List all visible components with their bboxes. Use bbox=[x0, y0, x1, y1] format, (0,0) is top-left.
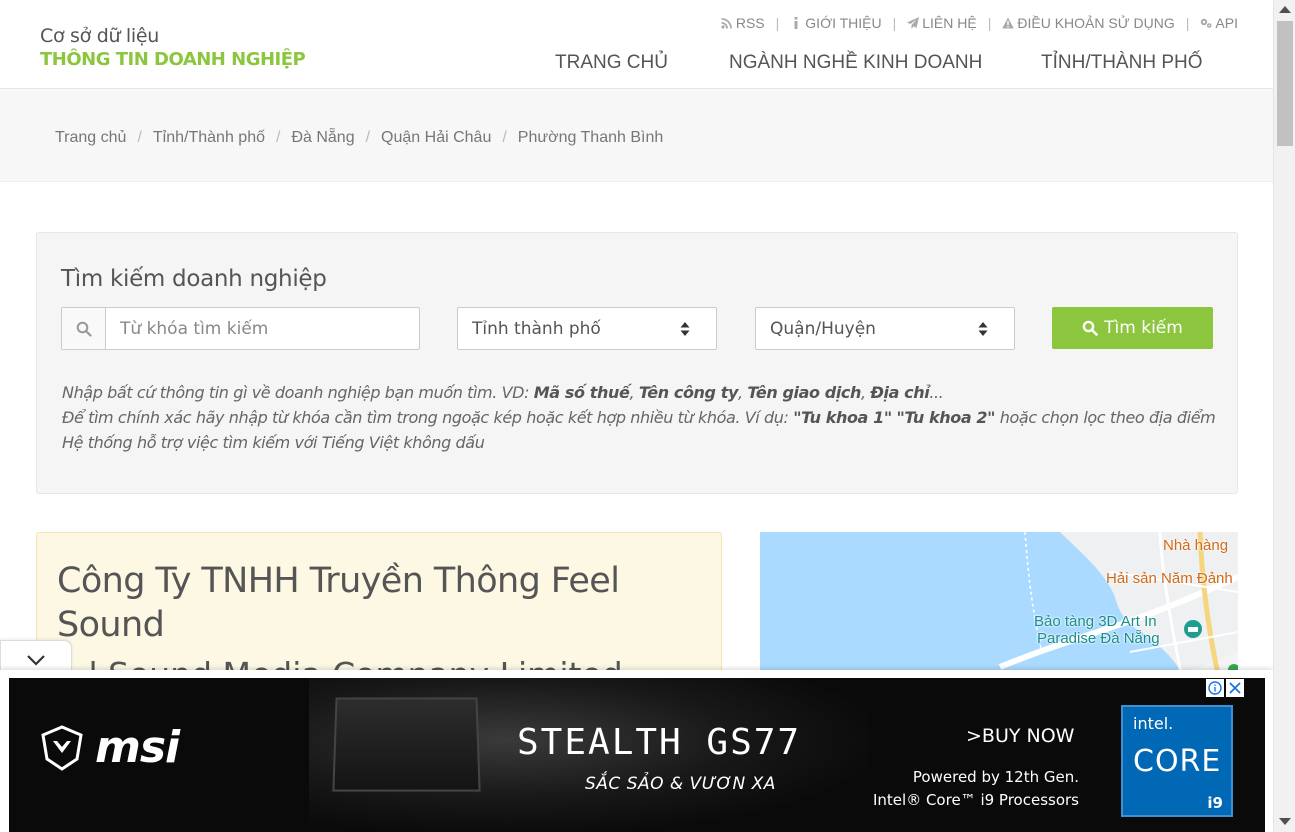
search-button-label: Tìm kiếm bbox=[1104, 318, 1183, 338]
province-select-value: Tỉnh thành phố bbox=[472, 318, 601, 339]
send-icon bbox=[907, 17, 920, 29]
nav-business-lines[interactable]: NGÀNH NGHỀ KINH DOANH bbox=[729, 52, 982, 74]
terms-link[interactable]: ĐIỀU KHOẢN SỬ DỤNG bbox=[1002, 15, 1175, 31]
ad-brand: msi bbox=[39, 722, 180, 773]
search-icon bbox=[1082, 320, 1098, 336]
breadcrumb-separator: / bbox=[137, 129, 142, 146]
site-logo[interactable]: Cơ sở dữ liệu THÔNG TIN DOANH NGHIỆP bbox=[40, 24, 306, 72]
ad-close-button[interactable] bbox=[1226, 679, 1244, 697]
breadcrumb-city[interactable]: Đà Nẵng bbox=[291, 129, 354, 147]
ad-laptop-image bbox=[332, 697, 481, 792]
keyword-field bbox=[61, 307, 420, 350]
breadcrumb-separator: / bbox=[275, 129, 281, 146]
ad-model: STEALTH GS77 bbox=[517, 722, 802, 763]
district-select-value: Quận/Huyện bbox=[770, 318, 876, 339]
terms-label: ĐIỀU KHOẢN SỬ DỤNG bbox=[1017, 15, 1175, 31]
scroll-thumb[interactable] bbox=[1277, 21, 1293, 146]
keyword-input[interactable] bbox=[106, 308, 419, 349]
help-line1: Nhập bất cứ thông tin gì về doanh nghiệp… bbox=[62, 383, 944, 402]
search-button[interactable]: Tìm kiếm bbox=[1052, 307, 1213, 349]
breadcrumb-band: Trang chủ / Tỉnh/Thành phố / Đà Nẵng / Q… bbox=[0, 89, 1273, 182]
page-scrollbar[interactable] bbox=[1273, 0, 1295, 832]
breadcrumb-home[interactable]: Trang chủ bbox=[55, 129, 126, 147]
contact-label: LIÊN HỆ bbox=[922, 15, 977, 31]
close-icon bbox=[1229, 682, 1241, 694]
select-arrows-icon bbox=[978, 322, 988, 336]
intel-tier: i9 bbox=[1207, 794, 1223, 812]
ad-brand-text: msi bbox=[95, 722, 180, 773]
top-links: RSS | GIỚI THIỆU | LIÊN HỆ | ĐIỀU KHOẢN … bbox=[721, 15, 1238, 31]
intel-core: CORE bbox=[1133, 744, 1222, 779]
gears-icon bbox=[1201, 18, 1212, 28]
info-icon bbox=[1208, 681, 1222, 695]
api-label: API bbox=[1215, 15, 1238, 31]
about-label: GIỚI THIỆU bbox=[805, 15, 882, 31]
about-link[interactable]: GIỚI THIỆU bbox=[790, 15, 882, 31]
breadcrumb-separator: / bbox=[502, 129, 507, 146]
map-label-museum: Bảo tàng 3D Art In bbox=[1034, 613, 1157, 630]
ad-banner[interactable]: msi STEALTH GS77 SẮC SẢO & VƯƠN XA >BUY … bbox=[9, 678, 1265, 832]
ad-cta[interactable]: >BUY NOW bbox=[966, 725, 1074, 747]
site-header: Cơ sở dữ liệu THÔNG TIN DOANH NGHIỆP RSS… bbox=[0, 0, 1273, 89]
breadcrumb: Trang chủ / Tỉnh/Thành phố / Đà Nẵng / Q… bbox=[55, 129, 663, 147]
breadcrumb-ward[interactable]: Phường Thanh Bình bbox=[518, 129, 663, 147]
info-icon bbox=[794, 17, 798, 29]
rss-label: RSS bbox=[735, 15, 765, 31]
ad-info-button[interactable] bbox=[1206, 679, 1224, 697]
ad-container: msi STEALTH GS77 SẮC SẢO & VƯƠN XA >BUY … bbox=[0, 670, 1273, 832]
company-name: Công Ty TNHH Truyền Thông Feel Sound bbox=[57, 561, 620, 645]
location-map[interactable]: Nhà hàng Hải sản Năm Đảnh Bảo tàng 3D Ar… bbox=[760, 532, 1238, 692]
map-label-restaurant: Nhà hàng bbox=[1163, 537, 1229, 554]
contact-link[interactable]: LIÊN HỆ bbox=[907, 15, 977, 31]
logo-line2: THÔNG TIN DOANH NGHIỆP bbox=[40, 49, 306, 70]
rss-link[interactable]: RSS bbox=[721, 15, 765, 31]
breadcrumb-district[interactable]: Quận Hải Châu bbox=[381, 129, 491, 147]
divider: | bbox=[892, 15, 897, 31]
breadcrumb-province[interactable]: Tỉnh/Thành phố bbox=[153, 129, 265, 147]
scroll-up-arrow-icon[interactable] bbox=[1279, 6, 1291, 13]
ad-powered-text: Powered by 12th Gen. Intel® Core™ i9 Pro… bbox=[872, 768, 1079, 809]
api-link[interactable]: API bbox=[1200, 15, 1238, 31]
scroll-down-arrow-icon[interactable] bbox=[1279, 818, 1291, 825]
ad-tagline: SẮC SẢO & VƯƠN XA bbox=[585, 774, 776, 794]
intel-badge: intel. CORE i9 bbox=[1121, 705, 1233, 817]
help-line3: Hệ thống hỗ trợ việc tìm kiếm với Tiếng … bbox=[62, 433, 485, 452]
divider: | bbox=[1185, 15, 1190, 31]
page: Cơ sở dữ liệu THÔNG TIN DOANH NGHIỆP RSS… bbox=[0, 0, 1295, 832]
nav-provinces[interactable]: TỈNH/THÀNH PHỐ bbox=[1041, 52, 1203, 74]
district-select[interactable]: Quận/Huyện bbox=[755, 307, 1015, 350]
nav-home[interactable]: TRANG CHỦ bbox=[555, 52, 668, 74]
intel-label: intel. bbox=[1133, 714, 1174, 733]
ad-controls bbox=[1206, 679, 1244, 697]
breadcrumb-separator: / bbox=[365, 129, 371, 146]
company-card: Công Ty TNHH Truyền Thông Feel Sound ...… bbox=[36, 532, 722, 692]
map-label-seafood: Hải sản Năm Đảnh bbox=[1106, 570, 1233, 587]
help-line2: Để tìm chính xác hãy nhập từ khóa cần tì… bbox=[62, 408, 1216, 427]
map-canvas bbox=[760, 532, 1238, 692]
select-arrows-icon bbox=[680, 322, 690, 336]
msi-dragon-icon bbox=[41, 724, 83, 771]
divider: | bbox=[775, 15, 780, 31]
search-icon bbox=[62, 308, 106, 349]
province-select[interactable]: Tỉnh thành phố bbox=[457, 307, 717, 350]
search-title: Tìm kiếm doanh nghiệp bbox=[61, 266, 327, 292]
divider: | bbox=[987, 15, 992, 31]
rss-icon bbox=[721, 18, 732, 29]
search-panel: Tìm kiếm doanh nghiệp Tỉnh thành phố Quậ… bbox=[36, 232, 1238, 494]
chevron-down-icon bbox=[27, 654, 45, 666]
search-help: Nhập bất cứ thông tin gì về doanh nghiệp… bbox=[62, 380, 1216, 455]
logo-line1: Cơ sở dữ liệu bbox=[40, 25, 160, 47]
map-label-paradise: Paradise Đà Nẵng bbox=[1037, 630, 1160, 647]
warning-icon bbox=[1002, 17, 1015, 29]
